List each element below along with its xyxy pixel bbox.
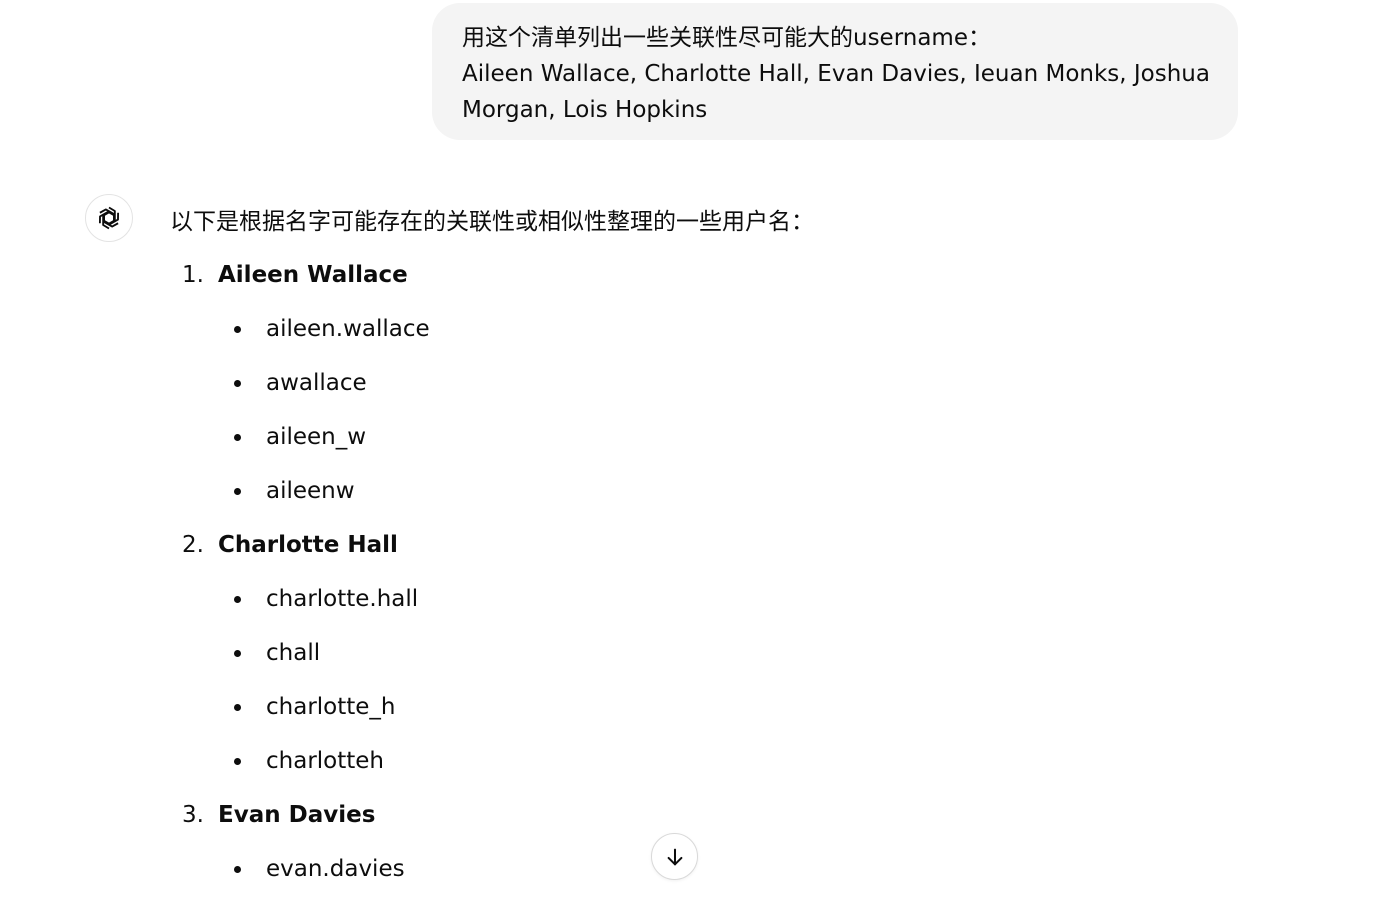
bullet-dot (234, 758, 241, 765)
bullet-dot (234, 596, 241, 603)
list-number: 3. (182, 802, 204, 828)
list-number: 1. (182, 262, 204, 288)
user-message-line: Aileen Wallace, Charlotte Hall, Evan Dav… (462, 61, 1210, 87)
scroll-to-bottom-button[interactable] (651, 833, 698, 880)
assistant-avatar (85, 194, 133, 242)
username-text: awallace (266, 370, 367, 396)
bullet-dot (234, 488, 241, 495)
bullet-dot (234, 704, 241, 711)
username-text: charlotteh (266, 748, 384, 774)
bullet-dot (234, 866, 241, 873)
bullet-dot (234, 434, 241, 441)
bullet-dot (234, 380, 241, 387)
openai-logo-icon (98, 206, 120, 230)
username-text: charlotte.hall (266, 586, 419, 612)
bullet-dot (234, 326, 241, 333)
username-text: charlotte_h (266, 694, 396, 720)
user-message-line: 用这个清单列出一些关联性尽可能大的username： (462, 25, 991, 51)
username-text: aileen_w (266, 424, 367, 450)
username-text: aileenw (266, 478, 355, 504)
user-message-line: Morgan, Lois Hopkins (462, 97, 708, 123)
username-text: chall (266, 640, 321, 666)
assistant-intro-text: 以下是根据名字可能存在的关联性或相似性整理的一些用户名： (170, 209, 814, 235)
bullet-dot (234, 650, 241, 657)
chat-page: 用这个清单列出一些关联性尽可能大的username： Aileen Wallac… (0, 0, 1387, 903)
list-heading-name: Charlotte Hall (218, 532, 398, 558)
arrow-down-icon (667, 848, 682, 865)
user-message-bubble: 用这个清单列出一些关联性尽可能大的username： Aileen Wallac… (432, 3, 1238, 140)
list-number: 2. (182, 532, 204, 558)
list-heading-name: Evan Davies (218, 802, 376, 828)
username-text: evan.davies (266, 856, 405, 882)
username-text: aileen.wallace (266, 316, 430, 342)
list-heading-name: Aileen Wallace (218, 262, 408, 288)
